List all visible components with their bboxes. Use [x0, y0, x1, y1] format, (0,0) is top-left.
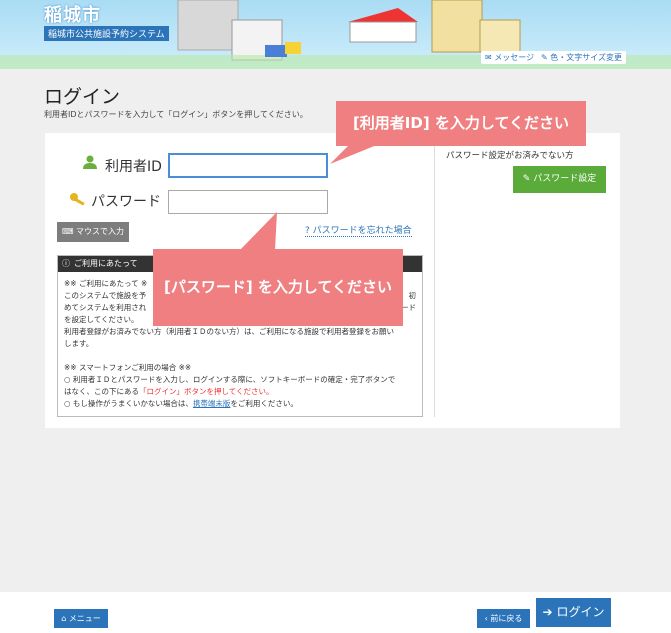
password-label: パスワード — [91, 194, 161, 210]
notice-line: ○ もし操作がうまくいかない場合は、携帯端末版をご利用ください。 — [64, 399, 298, 408]
home-icon: ⌂ — [61, 614, 67, 623]
forgot-password-link[interactable]: ? パスワードを忘れた場合 — [305, 223, 412, 237]
mobile-version-link[interactable]: 携帯端末版 — [193, 399, 231, 408]
panel-divider — [434, 143, 435, 417]
mouse-input-label: マウスで入力 — [76, 227, 125, 236]
speech-bubble-icon: ✉ — [485, 53, 492, 62]
back-label: 前に戻る — [490, 614, 523, 623]
password-tooltip: [パスワード] を入力してください — [153, 249, 403, 326]
notice-title: ご利用にあたって — [74, 259, 138, 268]
password-tip-tail — [240, 212, 277, 250]
login-button[interactable]: ➔ ログイン — [536, 598, 611, 627]
color-size-button[interactable]: ✎ 色・文字サイズ変更 — [537, 51, 627, 64]
sign-in-icon: ➔ — [542, 605, 553, 619]
color-size-label: 色・文字サイズ変更 — [550, 53, 623, 62]
user-icon — [83, 155, 97, 169]
login-instruction: 「ログイン」ボタンを押してください。 — [139, 387, 274, 396]
question-icon: ? — [305, 226, 310, 236]
pencil-icon: ✎ — [522, 174, 531, 184]
system-name: 稲城市公共施設予約システム — [44, 26, 169, 41]
page-title: ログイン — [44, 86, 121, 108]
page-description: 利用者IDとパスワードを入力して「ログイン」ボタンを押してください。 — [44, 110, 308, 119]
notice-line: ※※ スマートフォンご利用の場合 ※※ — [64, 363, 192, 372]
keyboard-icon: ⌨ — [61, 227, 74, 236]
message-label: メッセージ — [494, 53, 535, 62]
menu-button[interactable]: ⌂ メニュー — [54, 609, 108, 628]
password-setting-note: パスワード設定がお済みでない方 — [446, 151, 574, 161]
password-setting-button[interactable]: ✎ パスワード設定 — [513, 166, 606, 193]
user-id-input[interactable] — [168, 153, 328, 178]
user-id-label: 利用者ID — [105, 159, 162, 175]
back-button[interactable]: ‹ 前に戻る — [477, 609, 530, 628]
notice-line: はなく、この下にある「ログイン」ボタンを押してください。 — [64, 387, 274, 396]
key-icon — [70, 193, 85, 206]
notice-line: ○ 利用者ＩＤとパスワードを入力し、ログインする際に、ソフトキーボードの確定・完… — [64, 375, 396, 384]
info-icon: ⓘ — [62, 259, 70, 268]
login-label: ログイン — [556, 605, 605, 619]
password-input[interactable] — [168, 190, 328, 214]
user-id-tooltip: [利用者ID] を入力してください — [336, 101, 586, 146]
notice-line: します。 — [64, 339, 94, 348]
menu-label: メニュー — [68, 614, 101, 623]
mouse-input-button[interactable]: ⌨ マウスで入力 — [57, 222, 129, 242]
header-banner: 稲城市 稲城市公共施設予約システム ✉ メッセージ ✎ 色・文字サイズ変更 — [0, 0, 671, 69]
forgot-password-label: パスワードを忘れた場合 — [312, 226, 412, 236]
notice-line: 利用者登録がお済みでない方（利用者ＩＤのない方）は、ご利用になる施設で利用者登録… — [64, 327, 394, 336]
message-button[interactable]: ✉ メッセージ — [481, 51, 539, 64]
chevron-left-icon: ‹ — [484, 614, 488, 623]
password-setting-label: パスワード設定 — [533, 174, 597, 184]
city-name: 稲城市 — [44, 5, 101, 26]
pen-icon: ✎ — [541, 53, 548, 62]
